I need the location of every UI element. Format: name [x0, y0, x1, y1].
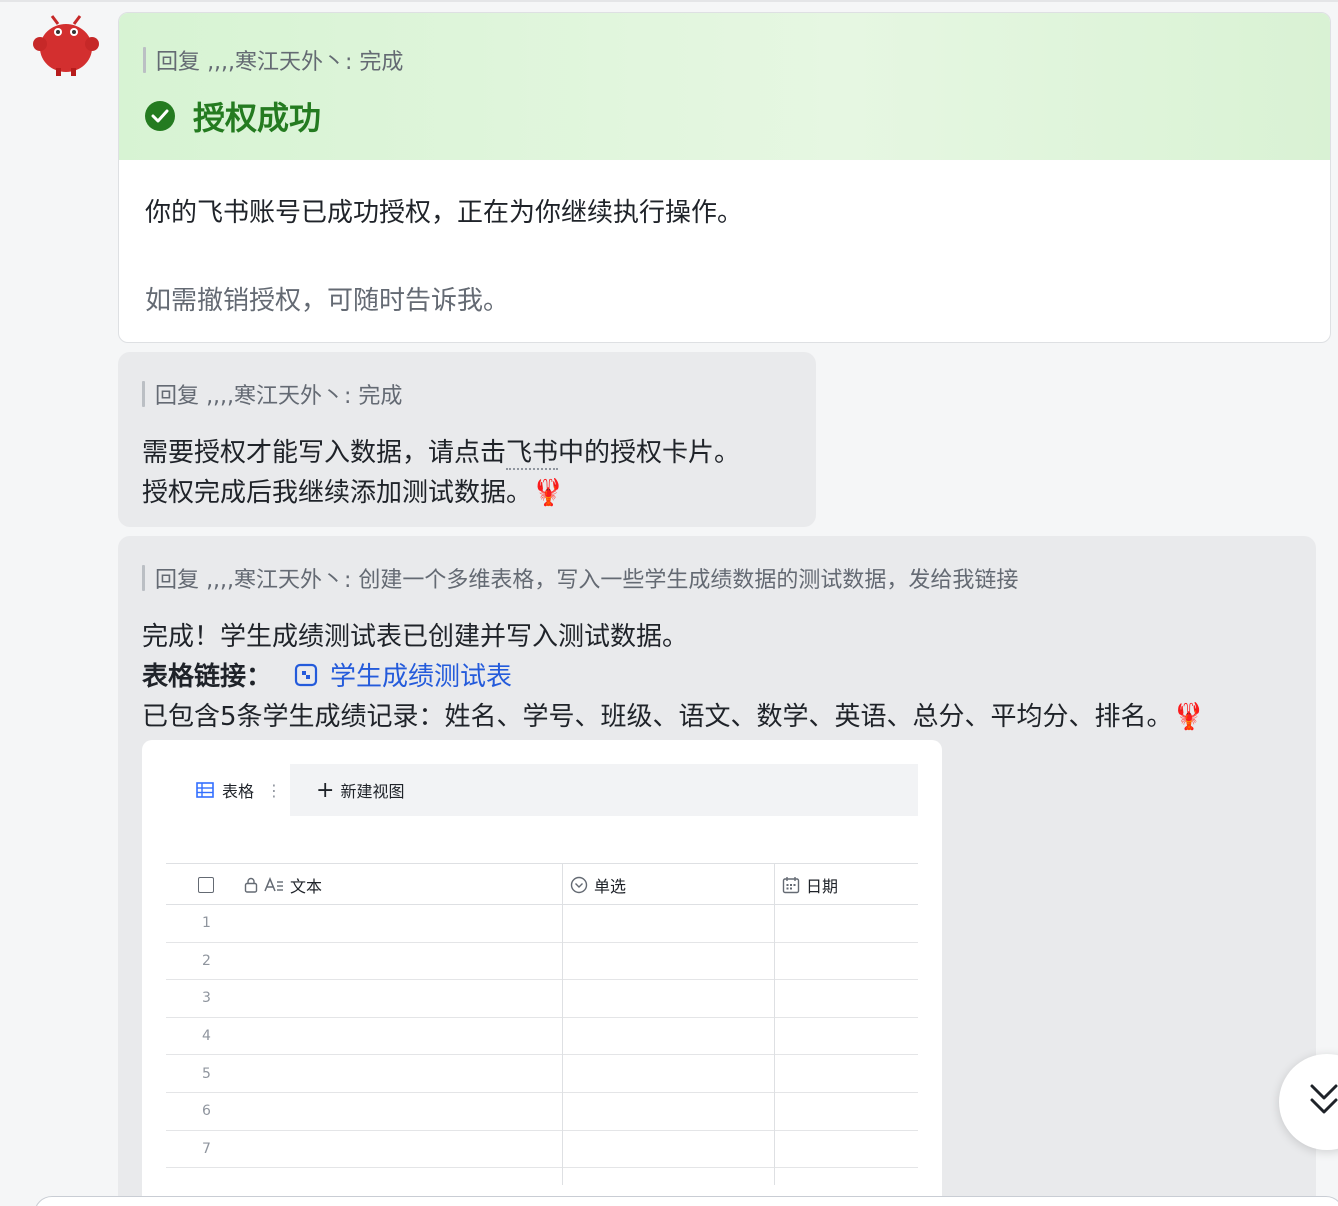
column-name: 单选	[594, 877, 627, 896]
link-label: 表格链接：	[142, 662, 273, 692]
table-row[interactable]: 5	[166, 1055, 918, 1093]
feishu-entity-link[interactable]: 飞书	[506, 438, 559, 470]
quote-bar	[143, 47, 146, 73]
new-view-label: 新建视图	[340, 782, 405, 801]
column-divider	[774, 863, 775, 1185]
more-vertical-icon[interactable]: ⋮	[266, 781, 282, 800]
message-bubble: 回复 ‚,,,寒江天外丶: 创建一个多维表格，写入一些学生成绩数据的测试数据，发…	[118, 536, 1316, 1206]
lobster-avatar-icon	[33, 15, 99, 76]
message-line: 已包含5条学生成绩记录：姓名、学号、班级、语文、数学、英语、总分、平均分、排名。…	[142, 702, 1205, 732]
column-header-date[interactable]: 日期	[782, 864, 838, 906]
top-divider	[0, 0, 1338, 2]
bitable-link[interactable]: 学生成绩测试表	[294, 656, 512, 693]
lock-icon	[244, 877, 258, 893]
check-circle-icon	[145, 101, 175, 131]
tab-label: 表格	[222, 782, 255, 801]
reply-quote-text: 回复 ‚,,,寒江天外丶: 完成	[156, 50, 404, 75]
bot-avatar[interactable]	[30, 14, 102, 76]
table-grid: 文本 单选 日期 1 2 3 4 5 6 7	[166, 863, 918, 1169]
auth-success-card: 回复 ‚,,,寒江天外丶: 完成 授权成功 你的飞书账号已成功授权，正在为你继续…	[118, 12, 1331, 343]
table-row[interactable]: 7	[166, 1131, 918, 1169]
message-text: 需要授权才能写入数据，请点击	[142, 438, 507, 468]
row-number: 1	[202, 915, 211, 932]
message-line: 完成！学生成绩测试表已创建并写入测试数据。	[142, 622, 689, 652]
grid-view-icon	[196, 782, 214, 798]
single-select-icon	[570, 876, 588, 894]
tab-table-view[interactable]: 表格 ⋮	[166, 764, 290, 816]
card-header: 回复 ‚,,,寒江天外丶: 完成 授权成功	[119, 13, 1330, 160]
column-name: 文本	[290, 877, 323, 896]
view-tabs-bar: 表格 ⋮ + 新建视图	[166, 764, 918, 816]
quote-bar	[142, 381, 145, 407]
row-number: 6	[202, 1103, 211, 1120]
message-line: 需要授权才能写入数据，请点击飞书中的授权卡片。	[142, 432, 741, 470]
reply-quote-text: 回复 ‚,,,寒江天外丶: 完成	[155, 384, 403, 409]
message-line: 授权完成后我继续添加测试数据。🦞	[142, 478, 565, 508]
message-bubble: 回复 ‚,,,寒江天外丶: 完成 需要授权才能写入数据，请点击飞书中的授权卡片。…	[118, 352, 816, 527]
reply-quote-text: 回复 ‚,,,寒江天外丶: 创建一个多维表格，写入一些学生成绩数据的测试数据，发…	[155, 568, 1019, 593]
quote-bar	[142, 565, 145, 591]
reply-quote[interactable]: 回复 ‚,,,寒江天外丶: 创建一个多维表格，写入一些学生成绩数据的测试数据，发…	[142, 562, 1018, 594]
row-number: 4	[202, 1028, 211, 1045]
bitable-icon	[294, 663, 318, 686]
table-row[interactable]: 1	[166, 905, 918, 943]
select-all-checkbox[interactable]	[198, 864, 214, 906]
table-row[interactable]: 2	[166, 943, 918, 981]
double-chevron-down-icon	[1310, 1084, 1338, 1114]
new-view-button[interactable]: + 新建视图	[316, 764, 404, 816]
reply-quote[interactable]: 回复 ‚,,,寒江天外丶: 完成	[143, 44, 403, 76]
column-header-single-select[interactable]: 单选	[570, 864, 626, 906]
column-header-text[interactable]: 文本	[244, 864, 322, 906]
column-name: 日期	[806, 877, 839, 896]
message-text: 中的授权卡片。	[558, 438, 741, 468]
message-line: 表格链接： 学生成绩测试表	[142, 656, 512, 693]
text-field-icon	[264, 877, 283, 892]
plus-icon: +	[316, 777, 335, 803]
table-row[interactable]: 3	[166, 980, 918, 1018]
row-number: 2	[202, 952, 211, 969]
card-title: 授权成功	[145, 93, 321, 139]
column-divider	[562, 863, 563, 1185]
row-number: 5	[202, 1065, 211, 1082]
table-row[interactable]: 4	[166, 1018, 918, 1056]
row-number: 3	[202, 990, 211, 1007]
bitable-link-text: 学生成绩测试表	[330, 662, 513, 692]
table-header-row: 文本 单选 日期	[166, 863, 918, 905]
calendar-icon	[782, 877, 800, 894]
card-title-text: 授权成功	[193, 99, 322, 137]
card-message: 你的飞书账号已成功授权，正在为你继续执行操作。	[145, 198, 744, 228]
row-number: 7	[202, 1140, 211, 1157]
bitable-preview[interactable]: 表格 ⋮ + 新建视图 文本 单选 日期 1 2 3 4 5 6 7	[142, 740, 942, 1206]
message-input-box[interactable]	[34, 1196, 1338, 1206]
table-row[interactable]: 6	[166, 1093, 918, 1131]
reply-quote[interactable]: 回复 ‚,,,寒江天外丶: 完成	[142, 378, 402, 410]
card-note: 如需撤销授权，可随时告诉我。	[145, 286, 510, 316]
